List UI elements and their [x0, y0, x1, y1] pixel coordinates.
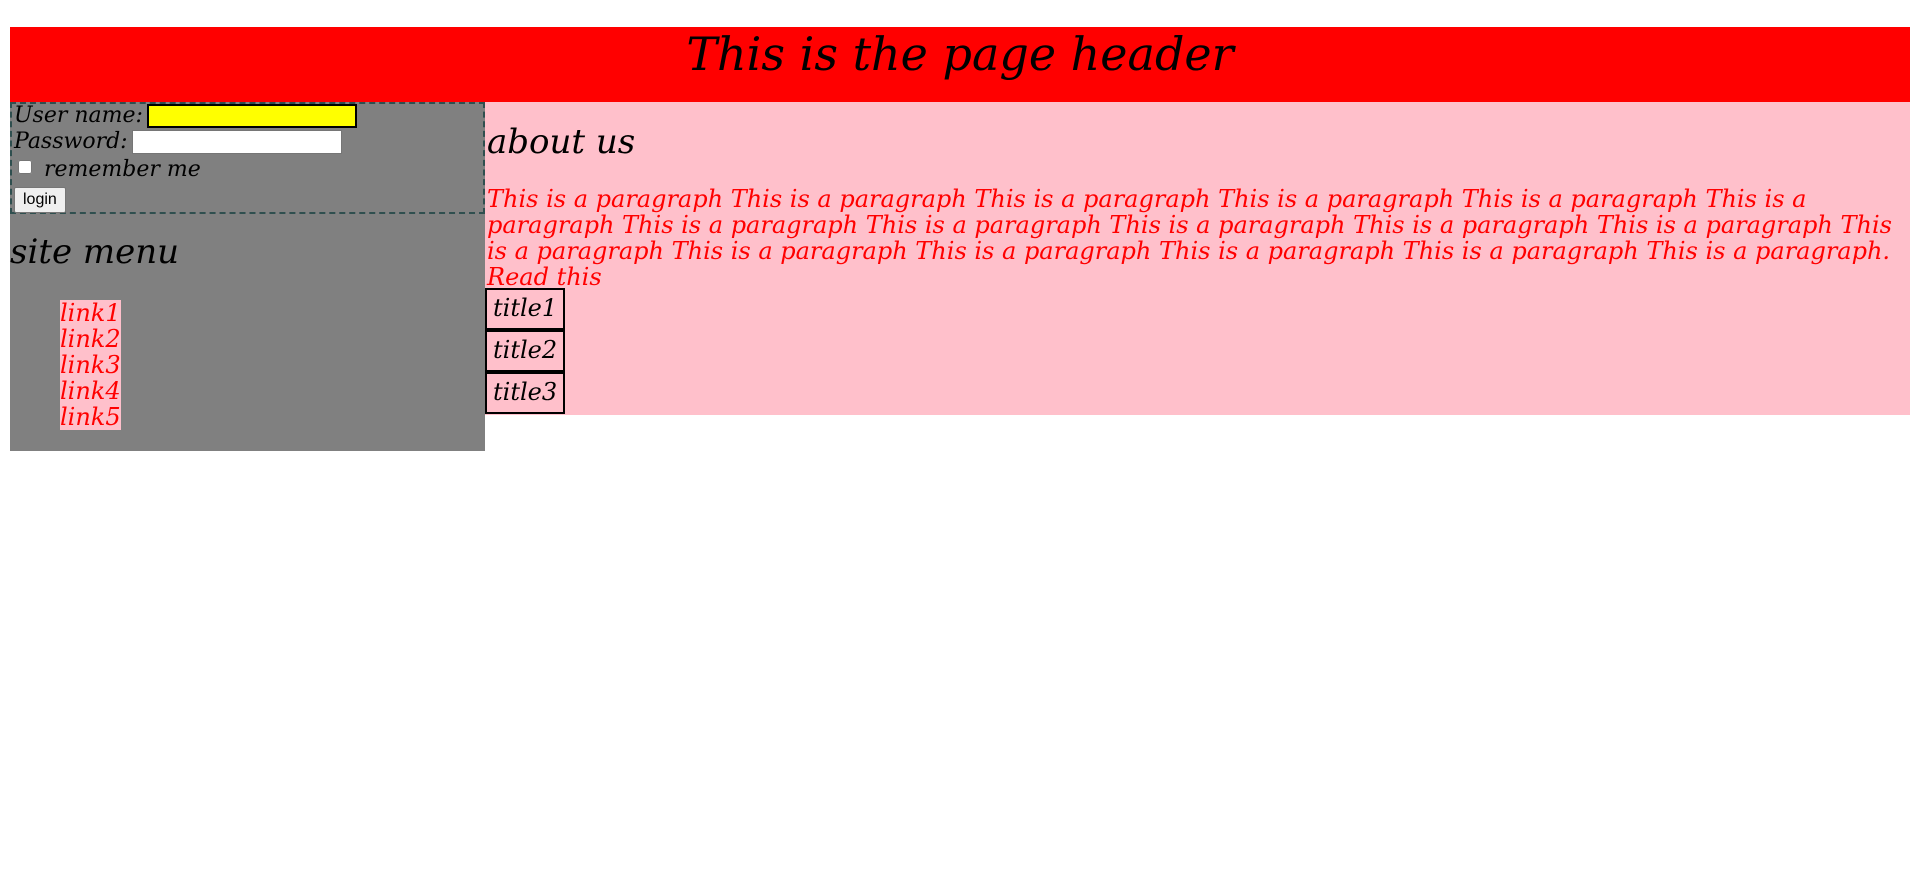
username-row: User name: [14, 104, 357, 128]
title-box-1: title1 [485, 288, 566, 330]
about-us-title: about us [487, 122, 636, 162]
site-menu-link-2[interactable]: link2 [60, 326, 121, 352]
main-content: about us This is a paragraph This is a p… [485, 102, 1910, 415]
remember-row: remember me [14, 158, 201, 182]
site-menu-title: site menu [10, 232, 180, 272]
password-label: Password: [14, 129, 128, 154]
sidebar: User name: Password: remember me login s… [10, 102, 485, 451]
site-menu-item: link4 [60, 378, 121, 404]
site-menu-link-3[interactable]: link3 [60, 352, 121, 378]
title-box-2: title2 [485, 330, 566, 372]
title-box-3: title3 [485, 372, 566, 414]
login-button[interactable]: login [14, 187, 66, 213]
page-header: This is the page header [10, 27, 1910, 102]
password-input[interactable] [131, 130, 342, 154]
login-form: User name: Password: remember me login [10, 102, 485, 214]
username-input[interactable] [146, 104, 357, 128]
remember-me-checkbox[interactable] [18, 160, 32, 174]
site-menu-link-1[interactable]: link1 [60, 300, 121, 326]
about-paragraph: This is a paragraph This is a paragraph … [487, 185, 1892, 291]
site-menu-item: link2 [60, 326, 121, 352]
site-menu-item: link3 [60, 352, 121, 378]
username-label: User name: [14, 103, 143, 128]
site-menu-link-4[interactable]: link4 [60, 378, 121, 404]
site-menu-list: link1 link2 link3 link4 link5 [60, 300, 121, 430]
site-menu-link-5[interactable]: link5 [60, 404, 121, 430]
page-header-title: This is the page header [686, 27, 1234, 81]
remember-me-label: remember me [44, 157, 201, 182]
site-menu-item: link1 [60, 300, 121, 326]
password-row: Password: [14, 130, 342, 154]
site-menu-item: link5 [60, 404, 121, 430]
